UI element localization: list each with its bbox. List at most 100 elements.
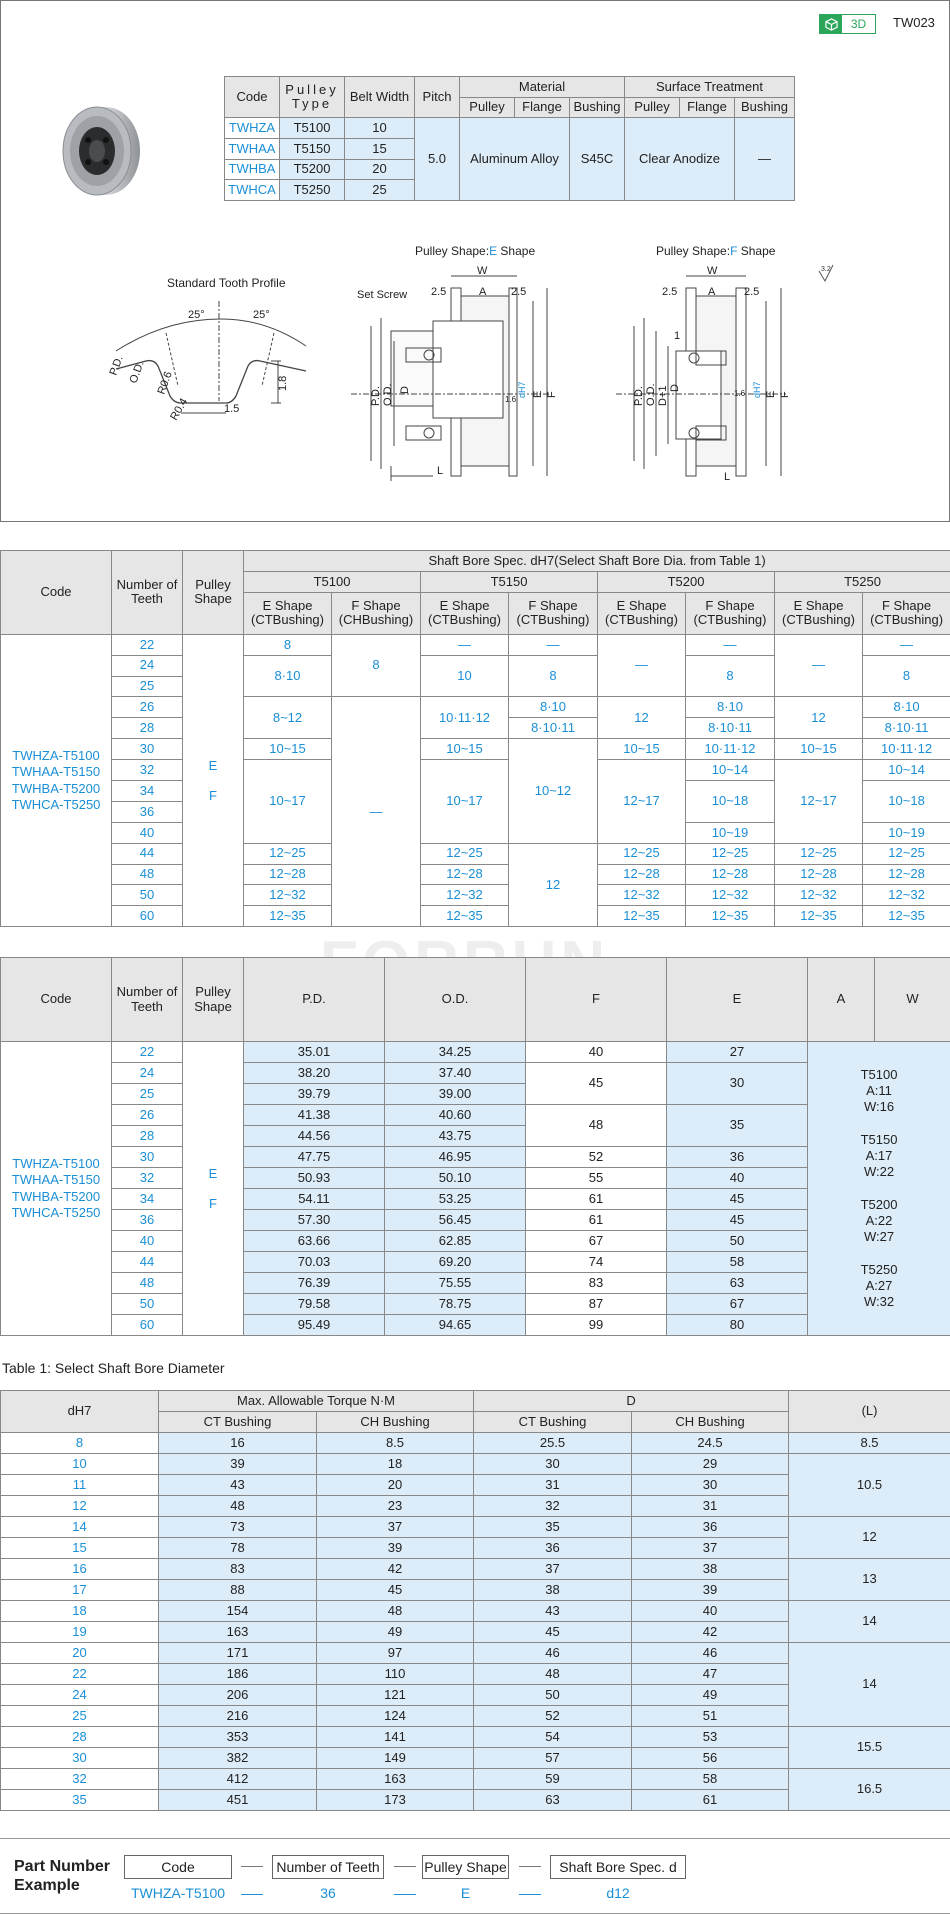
dh7-cell: 25 — [0, 1705, 159, 1727]
dh7-cell: 12 — [0, 1495, 159, 1517]
ct-text: (CTBushing) — [782, 612, 855, 628]
teeth-cell: 30 — [111, 1146, 183, 1168]
pd-cell: 76.39 — [243, 1272, 385, 1294]
f-shape-text: F Shape — [705, 597, 755, 613]
bore-cell: 10~12 — [508, 738, 598, 844]
f-cell: 99 — [525, 1314, 667, 1336]
od-cell: 46.95 — [384, 1146, 526, 1168]
bore-cell: 12~25 — [774, 842, 863, 865]
torque-ch-cell: 8.5 — [316, 1432, 474, 1454]
od-label: O.D. — [382, 383, 394, 406]
width-15-label: 1.5 — [224, 403, 239, 415]
d-ct-cell: 45 — [473, 1621, 632, 1643]
tooth-profile-drawing: 25° 25° P.D. O.D. R0.6 R0.4 1.5 1.8 — [108, 301, 307, 423]
f-cell: 74 — [525, 1251, 667, 1273]
bore-cell: — — [774, 633, 863, 698]
dh7-label: dH7 — [752, 381, 762, 398]
header-belt-width: Belt Width — [344, 75, 415, 119]
type-cell: T5150 — [279, 138, 345, 160]
3d-model-button[interactable]: 3D — [819, 14, 876, 34]
bore-cell: 12~28 — [774, 863, 863, 886]
dim-25-right: 2.5 — [511, 286, 526, 298]
f-cell: 55 — [525, 1167, 667, 1189]
od-cell: 43.75 — [384, 1125, 526, 1147]
type-cell: T5100 — [279, 117, 345, 140]
aw-w: W:16 — [863, 1099, 895, 1115]
e-label: E — [765, 391, 777, 398]
code-cell[interactable]: TWHAA — [224, 138, 280, 160]
code-cell[interactable]: TWHCA — [224, 179, 280, 202]
bore-cell: 12~32 — [861, 884, 950, 907]
pd-cell: 95.49 — [243, 1314, 385, 1336]
code-link[interactable]: TWHCA-T5250 — [1, 1205, 111, 1221]
code-link[interactable]: TWHZA-T5100 — [1, 748, 111, 764]
header-torque: Max. Allowable Torque N·M — [158, 1390, 474, 1412]
bore-cell: 12 — [597, 696, 686, 740]
d-ch-cell: 40 — [630, 1600, 790, 1622]
bore-cell: 10~17 — [420, 759, 509, 844]
code-link[interactable]: TWHAA-T5150 — [1, 1172, 111, 1188]
od-cell: 69.20 — [384, 1251, 526, 1273]
material-bushing: S45C — [569, 117, 625, 202]
l-label: L — [724, 471, 730, 483]
teeth-cell: 28 — [111, 1125, 183, 1147]
shape-cell: EF — [182, 633, 244, 928]
bore-cell: 12 — [774, 696, 863, 740]
f-title-prefix: Pulley Shape: — [656, 244, 731, 258]
roughness-symbol: 3.2 — [818, 264, 834, 283]
f-cell: 61 — [525, 1209, 667, 1231]
code-link[interactable]: TWHZA-T5100 — [1, 1156, 111, 1172]
d-ct-cell: 35 — [473, 1516, 632, 1538]
teeth-cell: 50 — [111, 1293, 183, 1315]
header-pitch: Pitch — [414, 75, 460, 119]
torque-ch-cell: 97 — [316, 1642, 474, 1664]
header-mat-bushing: Bushing — [569, 96, 625, 119]
surface-pulley-flange: Clear Anodize — [624, 117, 735, 202]
pn-bore-value: d12 — [606, 1885, 630, 1901]
bore-cell: 10~18 — [861, 780, 950, 823]
bore-cell: 8 — [508, 654, 598, 698]
aw-w: W:27 — [863, 1229, 895, 1245]
pd-cell: 41.38 — [243, 1104, 385, 1126]
code-link[interactable]: TWHCA-T5250 — [1, 797, 111, 813]
d-ch-cell: 24.5 — [630, 1432, 790, 1454]
teeth-cell: 48 — [111, 863, 183, 886]
teeth-cell: 32 — [111, 759, 183, 782]
pd-cell: 38.20 — [243, 1062, 385, 1084]
cube-icon — [820, 15, 842, 33]
e-cell: 50 — [666, 1230, 808, 1252]
e-cell: 67 — [666, 1293, 808, 1315]
bore-cell: 12~32 — [774, 884, 863, 907]
ct-text: (CTBushing) — [516, 612, 590, 628]
ct-text: (CTBushing) — [251, 612, 324, 628]
code-link[interactable]: TWHBA-T5200 — [1, 781, 111, 797]
pd-cell: 50.93 — [243, 1167, 385, 1189]
teeth-cell: 26 — [111, 1104, 183, 1126]
torque-ct-cell: 16 — [158, 1432, 317, 1454]
pd-label: P.D. — [633, 386, 645, 406]
bore-cell: 12~35 — [685, 905, 775, 928]
f-shape-text: F Shape — [351, 597, 401, 613]
code-link[interactable]: TWHAA-T5150 — [1, 764, 111, 780]
l-cell: 12 — [788, 1516, 950, 1559]
teeth-cell: 44 — [111, 842, 183, 865]
torque-ch-cell: 45 — [316, 1579, 474, 1601]
angle-label-1: 25° — [188, 309, 205, 321]
shaft-bore-spec-table: Code Number of Teeth Pulley Shape Shaft … — [0, 550, 950, 928]
header-surf-pulley: Pulley — [624, 96, 680, 119]
type-header: T5250 — [773, 570, 950, 593]
bore-cell: 8·10 — [685, 696, 775, 719]
l-cell: 15.5 — [788, 1726, 950, 1769]
d-ch-cell: 31 — [630, 1495, 790, 1517]
teeth-cell: 44 — [111, 1251, 183, 1273]
pd-label: P.D. — [108, 354, 126, 377]
e-shape-drawing: Set Screw W A 2.5 2.5 P.D. O.D. D E F L … — [351, 266, 558, 481]
teeth-cell: 26 — [111, 696, 183, 719]
d-label: D — [669, 384, 681, 392]
code-link[interactable]: TWHBA-T5200 — [1, 1189, 111, 1205]
code-cell[interactable]: TWHBA — [224, 158, 280, 181]
code-cell[interactable]: TWHZA — [224, 117, 280, 140]
bore-cell: — — [331, 696, 421, 928]
bore-cell: 10~15 — [243, 738, 332, 761]
f-cell: 61 — [525, 1188, 667, 1210]
